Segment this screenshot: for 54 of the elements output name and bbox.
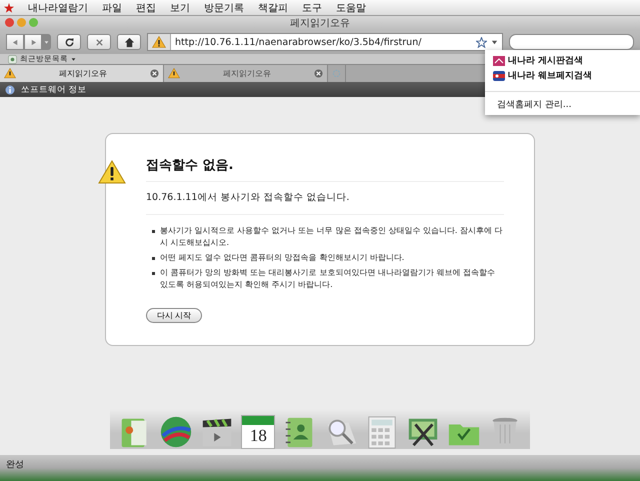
globe-icon[interactable] [159, 415, 194, 449]
menu-item[interactable]: 도움말 [336, 0, 366, 14]
menu-item[interactable]: 보기 [170, 0, 190, 14]
menu-item[interactable]: 방문기록 [204, 0, 244, 14]
browser-tab[interactable]: 페지읽기오유 [0, 65, 164, 82]
bookmark-star-icon[interactable] [476, 36, 487, 48]
close-tab-icon[interactable] [314, 69, 323, 78]
info-icon [5, 84, 15, 94]
error-description: 10.76.1.11에서 봉사기와 접속할수 없습니다. [146, 182, 504, 215]
dropdown-arrow-icon[interactable] [491, 38, 498, 46]
star-icon[interactable] [4, 2, 14, 12]
status-text: 완성 [6, 459, 24, 471]
home-button[interactable] [117, 34, 141, 50]
search-field[interactable] [509, 34, 634, 50]
warning-icon [98, 160, 126, 184]
history-dropdown[interactable] [42, 34, 51, 50]
close-button[interactable] [5, 18, 14, 27]
address-field[interactable]: http://10.76.1.11/naenarabrowser/ko/3.5b4/firstrun/ [147, 33, 503, 51]
menu-item[interactable]: 편집 [136, 0, 156, 14]
calendar-icon[interactable]: 18 [241, 415, 276, 449]
info-text: 쏘프트웨어 정보 [21, 84, 87, 96]
caret-icon [71, 56, 76, 62]
loading-icon [332, 69, 341, 78]
close-tab-icon[interactable] [150, 69, 159, 78]
forward-arrow-icon [30, 38, 36, 46]
error-hint: 어떤 페지도 열수 없다면 콤퓨터의 망접속을 확인해보시기 바랍니다. [160, 252, 404, 264]
app-menu[interactable]: 내나라열람기 [28, 0, 88, 14]
board-icon [493, 56, 505, 66]
try-again-button[interactable]: 다시 시작 [146, 308, 202, 323]
reload-icon [64, 36, 74, 48]
menu-item[interactable]: 내나라 웨브페지검색 [485, 68, 640, 83]
warning-icon [152, 36, 166, 48]
stop-icon [94, 38, 104, 46]
error-hint: 이 콤퓨터가 망의 방화벽 또는 대리봉사기로 보호되여있다면 내나라열람기가 웨브에 접속할수 있도록 허용되여있는지 확인해 주시기 바랍니다. [160, 267, 496, 291]
caret-icon [44, 40, 49, 44]
url-text: http://10.76.1.11/naenarabrowser/ko/3.5b4/firstrun/ [175, 36, 422, 48]
warning-icon [4, 68, 16, 79]
flag-icon [493, 70, 505, 80]
window-title: 페지읽기오유 [290, 17, 350, 30]
home-icon [124, 36, 134, 48]
menu-item[interactable]: 내나라 게시판검색 [485, 53, 640, 68]
stop-button[interactable] [87, 34, 111, 50]
error-title: 접속할수 없음. [146, 156, 504, 182]
menu-item[interactable]: 도구 [302, 0, 322, 14]
back-arrow-icon [12, 38, 18, 46]
warning-icon [168, 68, 180, 79]
reload-button[interactable] [57, 34, 81, 50]
menu-item[interactable]: 책갈피 [258, 0, 288, 14]
back-button[interactable] [6, 34, 24, 50]
error-hint: 봉사기가 일시적으로 사용할수 없거나 또는 너무 많은 접속중인 상태일수 있습니다. 잠시후에 다시 시도해보십시오. [160, 225, 504, 249]
forward-button[interactable] [24, 34, 42, 50]
bookmark-icon [8, 54, 17, 64]
browser-tab[interactable]: 페지읽기오유 [164, 65, 328, 82]
menu-item[interactable]: 파일 [102, 0, 122, 14]
